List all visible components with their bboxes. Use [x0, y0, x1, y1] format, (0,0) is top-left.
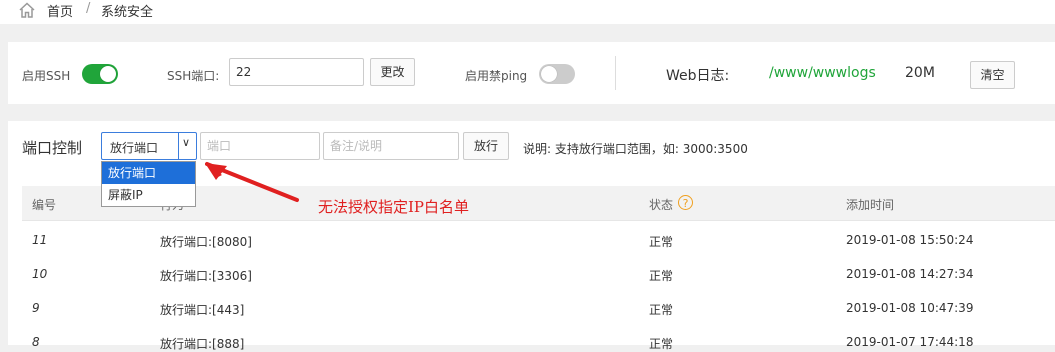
help-icon[interactable]: ?	[678, 195, 693, 210]
ssh-settings-panel: 启用SSH SSH端口: 22 更改 启用禁ping Web日志: /www/w…	[8, 42, 1055, 104]
row-status: 正常	[649, 235, 674, 249]
row-action: 放行端口:[888]	[160, 337, 245, 351]
table-row: 11 放行端口:[8080] 正常 2019-01-08 15:50:24	[22, 221, 1055, 256]
row-status: 正常	[649, 303, 674, 317]
table-row: 8 放行端口:[888] 正常 2019-01-07 17:44:18	[22, 323, 1055, 351]
row-action: 放行端口:[8080]	[160, 235, 252, 249]
option-allow-port[interactable]: 放行端口	[102, 162, 195, 184]
table-row: 10 放行端口:[3306] 正常 2019-01-08 14:27:34	[22, 255, 1055, 290]
row-time: 2019-01-08 14:27:34	[846, 267, 974, 281]
row-time: 2019-01-07 17:44:18	[846, 335, 974, 349]
rule-type-select[interactable]: 放行端口 ∨	[101, 132, 197, 160]
weblog-label: Web日志:	[666, 68, 730, 84]
annotation-text: 无法授权指定IP白名单	[318, 198, 470, 216]
allow-port-button[interactable]: 放行	[463, 132, 509, 160]
change-port-button[interactable]: 更改	[370, 58, 415, 86]
ssh-port-input[interactable]: 22	[229, 58, 364, 86]
row-status: 正常	[649, 269, 674, 283]
breadcrumb-home-link[interactable]: 首页	[47, 1, 73, 20]
rule-type-select-value: 放行端口	[110, 141, 159, 155]
option-block-ip[interactable]: 屏蔽IP	[102, 184, 195, 206]
weblog-size: 20M	[905, 65, 935, 81]
port-range-note: 说明: 支持放行端口范围，如: 3000:3500	[523, 142, 748, 156]
row-time: 2019-01-08 10:47:39	[846, 301, 974, 315]
ssh-port-label: SSH端口:	[167, 69, 220, 83]
home-icon[interactable]	[18, 1, 36, 19]
column-header-time: 添加时间	[846, 198, 895, 212]
row-time: 2019-01-08 15:50:24	[846, 233, 974, 247]
row-action: 放行端口:[3306]	[160, 269, 252, 283]
ssh-enable-label: 启用SSH	[22, 69, 71, 83]
weblog-path: /www/wwwlogs	[769, 65, 876, 81]
row-action: 放行端口:[443]	[160, 303, 245, 317]
row-id: 10	[32, 267, 48, 281]
divider	[615, 56, 616, 90]
breadcrumb-separator: /	[86, 1, 91, 16]
chevron-down-icon[interactable]: ∨	[178, 133, 196, 159]
row-id: 9	[32, 301, 40, 315]
port-input[interactable]: 端口	[200, 132, 320, 160]
column-header-status: 状态	[649, 198, 674, 212]
rule-type-dropdown: 放行端口 屏蔽IP	[101, 161, 196, 207]
row-status: 正常	[649, 337, 674, 351]
annotation-arrow-icon	[205, 162, 299, 202]
column-header-id: 编号	[32, 198, 57, 212]
breadcrumb-current: 系统安全	[101, 5, 154, 20]
row-id: 8	[32, 335, 40, 349]
table-row: 9 放行端口:[443] 正常 2019-01-08 10:47:39	[22, 289, 1055, 324]
ssh-toggle[interactable]	[82, 64, 118, 84]
ping-label: 启用禁ping	[465, 69, 528, 83]
ping-toggle[interactable]	[539, 64, 575, 84]
remark-input[interactable]: 备注/说明	[323, 132, 459, 160]
row-id: 11	[32, 233, 48, 247]
clear-log-button[interactable]: 清空	[970, 61, 1015, 89]
port-control-title: 端口控制	[22, 139, 83, 157]
breadcrumb: 首页 / 系统安全	[0, 0, 1055, 24]
